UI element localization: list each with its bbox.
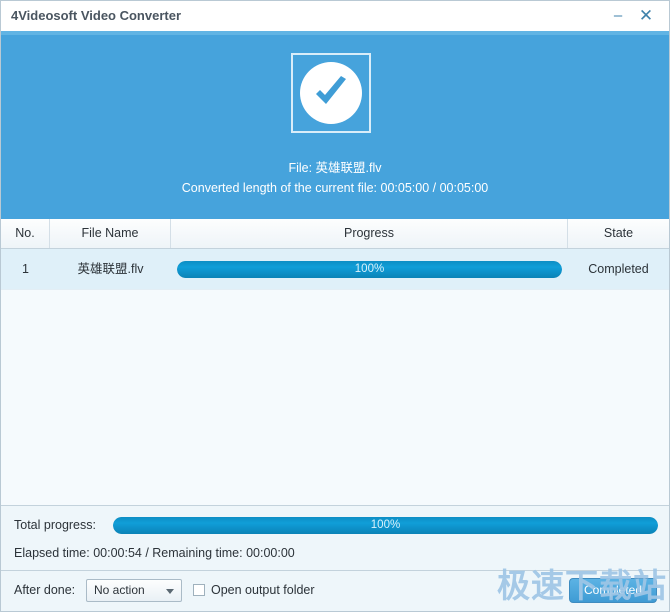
- total-progress-section: Total progress: 100% Elapsed time: 00:00…: [1, 505, 669, 571]
- converted-length-label: Converted length of the current file: 00…: [181, 181, 489, 195]
- check-circle-icon: [291, 53, 371, 133]
- current-file-label: File: 英雄联盟.flv: [288, 161, 382, 175]
- app-window: 4Videosoft Video Converter – ✕ File: 英雄联…: [0, 0, 670, 612]
- cell-no: 1: [22, 262, 29, 276]
- total-progress-bar: 100%: [113, 517, 658, 534]
- file-table-header: No. File Name Progress State: [1, 219, 669, 249]
- table-row[interactable]: 1 英雄联盟.flv 100% Completed: [1, 249, 669, 290]
- after-done-label: After done:: [14, 583, 76, 597]
- minimize-button[interactable]: –: [607, 5, 629, 27]
- title-bar: 4Videosoft Video Converter – ✕: [1, 1, 669, 31]
- status-panel: File: 英雄联盟.flv Converted length of the c…: [1, 35, 669, 219]
- open-output-folder-checkbox[interactable]: [193, 584, 205, 596]
- total-progress-label: Total progress:: [14, 518, 96, 532]
- row-progress-bar: 100%: [177, 261, 562, 278]
- elapsed-remaining-label: Elapsed time: 00:00:54 / Remaining time:…: [14, 546, 295, 560]
- window-title: 4Videosoft Video Converter: [11, 8, 182, 23]
- chevron-down-icon: [166, 589, 174, 594]
- cell-file-name: 英雄联盟.flv: [77, 262, 144, 276]
- file-table-body: 1 英雄联盟.flv 100% Completed: [1, 249, 669, 505]
- close-button[interactable]: ✕: [635, 5, 657, 27]
- open-output-folder-label[interactable]: Open output folder: [211, 583, 315, 597]
- checkmark-glyph: [316, 76, 346, 104]
- cell-progress: 100%: [171, 249, 568, 289]
- column-header-progress[interactable]: Progress: [171, 219, 568, 248]
- total-progress-text: 100%: [370, 519, 401, 531]
- column-header-file-name[interactable]: File Name: [50, 219, 171, 248]
- after-done-select[interactable]: No action: [86, 579, 182, 602]
- column-header-no[interactable]: No.: [1, 219, 50, 248]
- action-button[interactable]: Completed: [569, 578, 657, 603]
- row-progress-text: 100%: [354, 263, 385, 275]
- after-done-selected-value: No action: [94, 583, 145, 597]
- column-header-state[interactable]: State: [568, 219, 669, 248]
- cell-state: Completed: [588, 262, 649, 276]
